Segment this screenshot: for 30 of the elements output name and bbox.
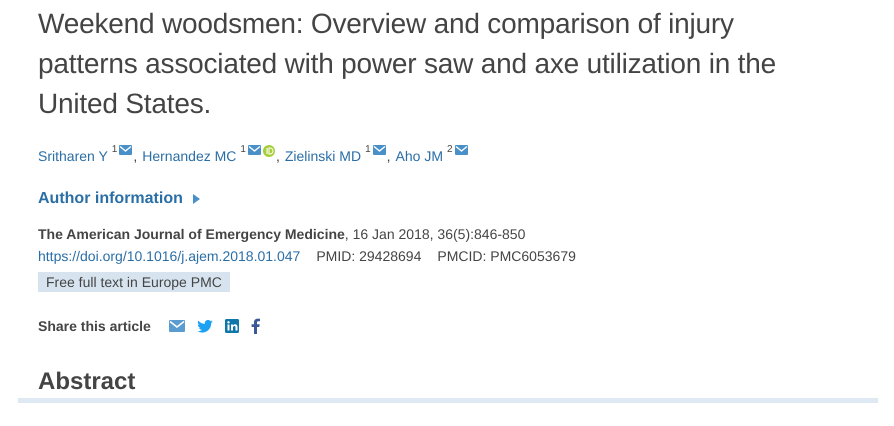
article-title: Weekend woodsmen: Overview and comparison of injury patterns associated with power saw and axe utilization in the United States. (38, 7, 778, 121)
orcid-icon[interactable] (262, 145, 275, 157)
affiliation-number: 1 (112, 144, 118, 156)
separator: , (386, 147, 391, 166)
pmid: PMID: 29428694 (316, 248, 422, 264)
email-share-icon[interactable] (168, 320, 185, 332)
author-information-toggle[interactable]: Author information (38, 190, 200, 208)
facebook-icon[interactable] (250, 318, 260, 334)
author-link[interactable]: Zielinski MD (284, 146, 362, 166)
linkedin-icon[interactable] (224, 319, 239, 333)
email-icon[interactable] (454, 145, 468, 155)
doi-link[interactable]: https://doi.org/10.1016/j.ajem.2018.01.047 (38, 248, 300, 264)
citation: The American Journal of Emergency Medicine, 16 Jan 2018, 36(5):846-850 (38, 226, 526, 242)
caret-icon (192, 194, 200, 204)
free-full-text-badge: Free full text in Europe PMC (38, 272, 230, 292)
bird-icon[interactable] (196, 320, 213, 332)
pmcid: PMCID: PMC6053679 (437, 248, 576, 264)
separator: , (276, 147, 280, 166)
share-label: Share this article (38, 318, 151, 334)
abstract-heading: Abstract (38, 368, 136, 396)
email-icon[interactable] (372, 145, 386, 155)
separator: , (133, 147, 138, 166)
author-link[interactable]: Sritharen Y (38, 146, 108, 166)
affiliation-number: 1 (365, 144, 371, 156)
email-icon[interactable] (248, 145, 261, 155)
author-link[interactable]: Aho JM (396, 146, 443, 166)
author-link[interactable]: Hernandez MC (142, 146, 236, 166)
affiliation-number: 1 (240, 144, 246, 156)
affiliation-number: 2 (447, 144, 453, 156)
email-icon[interactable] (119, 145, 132, 155)
